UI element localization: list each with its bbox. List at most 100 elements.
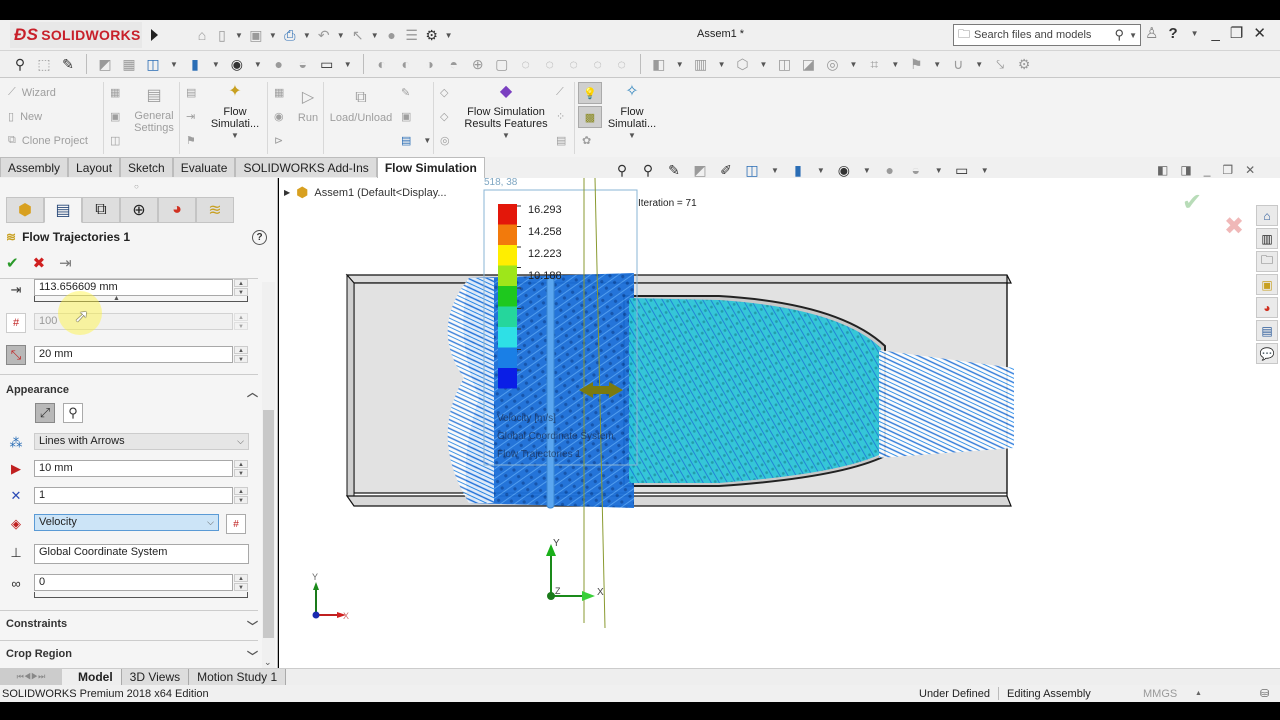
apply-scene-icon[interactable]: ◒ (906, 160, 926, 180)
view-palette-tab[interactable]: ▣ (1256, 274, 1278, 295)
search-icon[interactable]: ⚲ (1115, 27, 1125, 43)
file-properties-icon[interactable]: ☰ (402, 25, 422, 45)
dynamic-annotation-icon[interactable]: ✐ (716, 160, 736, 180)
chevron-down-icon[interactable]: ▼ (1129, 31, 1137, 40)
project-icon[interactable]: ▦ (110, 86, 120, 99)
tab-3d-views[interactable]: 3D Views (121, 669, 190, 685)
panel-right-icon[interactable]: ◨ (1180, 163, 1191, 177)
chevron-down-icon[interactable]: ▼ (502, 130, 510, 142)
restore-icon[interactable]: ❐ (1230, 24, 1243, 42)
chevron-down-icon[interactable]: ▼ (170, 60, 178, 69)
ok-check-icon[interactable]: ✔ (6, 254, 19, 272)
undo-icon[interactable]: ↶ (314, 25, 334, 45)
toolbar-icon[interactable]: ◌ (540, 54, 560, 74)
toolbar-icon[interactable]: ▥ (691, 54, 711, 74)
toolbar-icon[interactable]: ◌ (516, 54, 536, 74)
create-mesh-icon[interactable]: ▦ (274, 86, 284, 99)
section-view-icon[interactable]: ◩ (95, 54, 115, 74)
edit-appearance-icon[interactable]: ● (269, 54, 289, 74)
toolbar-icon[interactable]: ⊕ (468, 54, 488, 74)
toolbar-icon[interactable]: ▢ (492, 54, 512, 74)
chevron-down-icon[interactable]: ▼ (254, 60, 262, 69)
minimize-icon[interactable]: _ (1212, 25, 1220, 42)
solver-icon[interactable]: ◉ (274, 110, 284, 123)
transparency-slider[interactable] (34, 592, 248, 598)
tab-model[interactable]: Model (70, 669, 122, 685)
goals-icon[interactable]: ⇥ (186, 110, 195, 123)
model-canvas[interactable]: Y X Z Y X (279, 178, 1280, 668)
display-toggle-icon[interactable]: ▩ (578, 106, 602, 128)
offset-field[interactable]: 113.656609 mm (34, 279, 233, 296)
chevron-down-icon[interactable]: ▼ (863, 166, 871, 175)
tab-solidworks-addins[interactable]: SOLIDWORKS Add-Ins (235, 157, 377, 177)
chevron-down-icon[interactable]: ▼ (676, 60, 684, 69)
chevron-down-icon[interactable]: ▼ (981, 166, 989, 175)
points-spinner[interactable]: ▲ ▼ (234, 313, 248, 330)
reference-triad[interactable]: Y X (312, 572, 349, 621)
chevron-down-icon[interactable]: ▼ (628, 130, 636, 142)
isosurface-icon[interactable]: ◎ (440, 134, 450, 147)
spacing-field[interactable]: 20 mm (34, 346, 233, 363)
slider-thumb[interactable]: ▲ (113, 295, 120, 302)
line-width-spinner[interactable]: ▲ ▼ (234, 487, 248, 504)
toolbar-icon[interactable]: ◐ (372, 54, 392, 74)
tab-dimxpert[interactable]: ⊕ (120, 197, 158, 223)
panel-scrollbar[interactable]: ⌄ (262, 282, 275, 668)
tab-motion-study[interactable]: Motion Study 1 (189, 669, 287, 685)
panel-left-icon[interactable]: ◧ (1157, 163, 1168, 177)
chevron-down-icon[interactable]: ﹀ (247, 648, 258, 664)
rebuild-status-icon[interactable]: ⛁ (1260, 687, 1269, 700)
view-orientation-icon[interactable]: ◫ (742, 160, 762, 180)
chevron-down-icon[interactable]: ﹀ (247, 618, 258, 634)
toolbar-icon[interactable]: ◓ (444, 54, 464, 74)
panel-grip-icon[interactable]: ○ (134, 182, 139, 191)
help-icon[interactable]: ? (1168, 25, 1177, 42)
chevron-down-icon[interactable]: ▼ (771, 166, 779, 175)
batch-run-icon[interactable]: ⊳ (274, 134, 283, 147)
mesh-icon[interactable]: ⚑ (186, 134, 196, 147)
chevron-down-icon[interactable]: ▼ (760, 60, 768, 69)
apply-scene-icon[interactable]: ◒ (293, 54, 313, 74)
scrollbar-thumb[interactable] (263, 410, 274, 638)
view-settings-icon[interactable]: ▭ (952, 160, 972, 180)
home-icon[interactable]: ⌂ (192, 25, 212, 45)
view-settings-icon[interactable]: ▭ (317, 54, 337, 74)
tab-configuration-manager[interactable]: ⧉ (82, 197, 120, 223)
toolbar-icon[interactable]: ◌ (612, 54, 632, 74)
static-arrows-toggle[interactable]: ⚲ (63, 403, 83, 423)
surface-plot-icon[interactable]: ◇ (440, 110, 448, 123)
gear-icon[interactable]: ⚙ (422, 25, 442, 45)
user-icon[interactable]: ♙ (1145, 24, 1158, 42)
probe-icon[interactable]: ✎ (401, 86, 410, 99)
hide-show-icon[interactable]: ◉ (227, 54, 247, 74)
tab-scroll-arrows[interactable]: ⏮◀▶⏭ (0, 669, 62, 685)
results-features-button[interactable]: ◆ Flow Simulation Results Features ▼ (462, 84, 550, 142)
chevron-down-icon[interactable]: ▼ (933, 60, 941, 69)
flow-simulation-features-button[interactable]: ✦ Flow Simulati... ▼ (208, 84, 262, 142)
tab-sketch[interactable]: Sketch (120, 157, 173, 177)
rebuild-icon[interactable]: ● (382, 25, 402, 45)
chevron-down-icon[interactable]: ▼ (1191, 29, 1199, 38)
general-settings-button[interactable]: ▤ General Settings (132, 88, 176, 135)
transparency-spinner[interactable]: ▲ ▼ (234, 574, 248, 591)
toolbar-icon[interactable]: ◑ (420, 54, 440, 74)
flow-simulation-tools-button[interactable]: ✧ Flow Simulati... ▼ (606, 84, 658, 142)
new-document-icon[interactable]: ▯ (212, 25, 232, 45)
seed-line-handle[interactable] (546, 277, 555, 509)
units-selector[interactable]: MMGS (1143, 688, 1177, 700)
menu-expand-icon[interactable] (151, 29, 158, 41)
close-icon[interactable]: ✕ (1253, 24, 1266, 42)
tab-property-manager[interactable]: ▤ (44, 197, 82, 223)
line-width-field[interactable]: 1 (34, 487, 233, 504)
chevron-down-icon[interactable]: ▼ (371, 31, 379, 40)
chevron-down-icon[interactable]: ▼ (303, 31, 311, 40)
toolbar-icon[interactable]: ◎ (822, 54, 842, 74)
cut-plot-icon[interactable]: ◇ (440, 86, 448, 99)
boundary-condition-icon[interactable]: ▤ (186, 86, 196, 99)
chevron-down-icon[interactable]: ▼ (231, 130, 239, 142)
offset-spinner[interactable]: ▲ ▼ (234, 279, 248, 296)
tab-evaluate[interactable]: Evaluate (172, 157, 236, 177)
load-unload-button[interactable]: ⧉ Load/Unload (328, 90, 394, 125)
fluid-subdomain-icon[interactable]: ◫ (110, 134, 120, 147)
close-icon[interactable]: ✕ (1245, 163, 1255, 177)
